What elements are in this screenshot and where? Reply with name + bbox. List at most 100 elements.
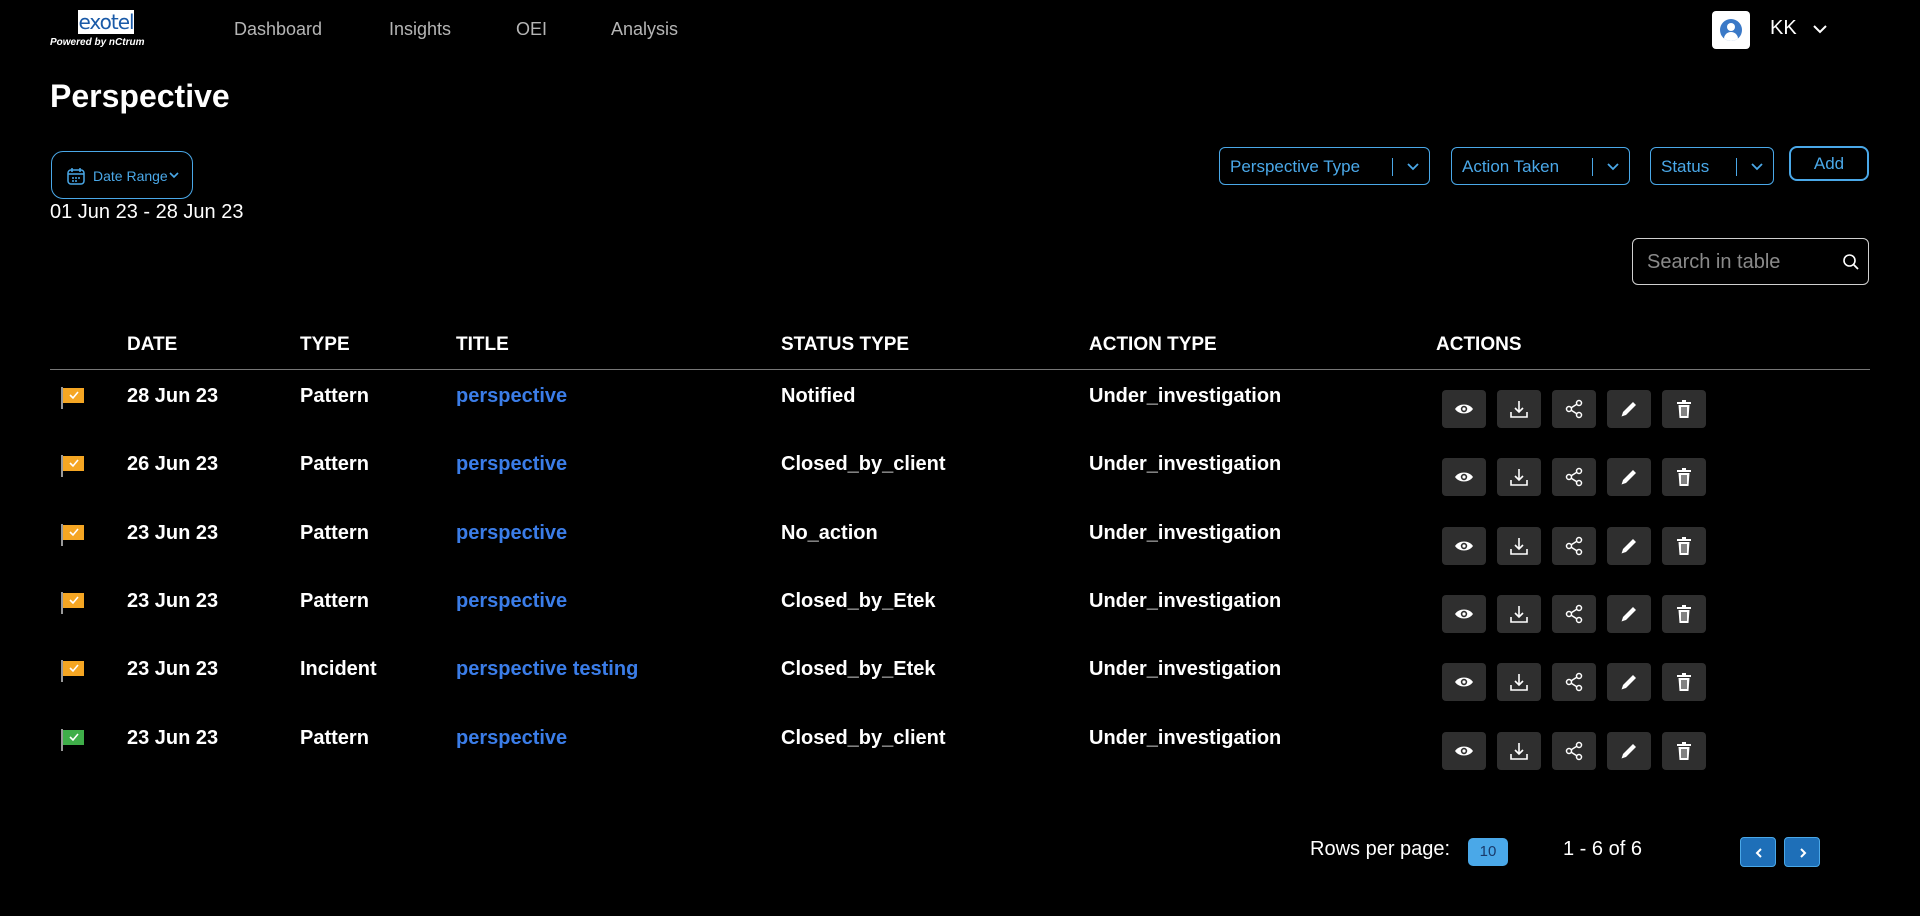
edit-button[interactable] [1607,594,1651,633]
download-button[interactable] [1497,663,1541,702]
nav-analysis[interactable]: Analysis [611,19,678,40]
cell-title-link[interactable]: perspective testing [456,658,638,681]
edit-button[interactable] [1607,731,1651,770]
share-button[interactable] [1552,390,1596,428]
header-type[interactable]: Type [300,334,350,356]
download-button[interactable] [1497,526,1541,565]
share-button[interactable] [1552,731,1596,770]
cell-status-type: Closed_by_Etek [781,589,936,612]
user-avatar-button[interactable] [1712,11,1750,49]
edit-icon [1621,675,1636,690]
add-button[interactable]: Add [1789,146,1869,181]
view-icon [1455,541,1473,551]
select-separator [1392,158,1393,176]
perspective-type-label: Perspective Type [1230,157,1361,176]
delete-button[interactable] [1662,731,1706,770]
date-range-button[interactable]: Date Range [51,151,193,199]
download-button[interactable] [1497,390,1541,428]
share-button[interactable] [1552,594,1596,633]
select-separator [1736,158,1737,176]
download-icon [1510,605,1528,623]
header-title[interactable]: Title [456,334,509,356]
view-button[interactable] [1442,526,1486,565]
delete-button[interactable] [1662,594,1706,633]
view-icon [1455,404,1473,414]
cell-title-link[interactable]: perspective [456,590,567,613]
view-button[interactable] [1442,663,1486,702]
search-icon[interactable] [1842,253,1860,271]
edit-icon [1621,538,1636,554]
user-initials[interactable]: KK [1770,17,1797,40]
download-button[interactable] [1497,594,1541,633]
edit-icon [1621,606,1636,622]
search-input[interactable] [1647,249,1837,275]
nav-oei[interactable]: OEI [516,19,547,40]
view-icon [1455,472,1473,482]
cell-date: 28 Jun 23 [127,385,219,407]
delete-button[interactable] [1662,458,1706,497]
perspective-type-select[interactable]: Perspective Type [1219,147,1430,185]
edit-button[interactable] [1607,663,1651,702]
cell-title-link[interactable]: perspective [456,522,567,545]
cell-date: 23 Jun 23 [127,521,219,544]
view-icon [1455,609,1473,619]
view-button[interactable] [1442,594,1486,633]
download-icon [1510,537,1528,555]
header-action-type[interactable]: Action Type [1089,334,1217,356]
header-status-type[interactable]: Status Type [781,334,909,356]
view-button[interactable] [1442,731,1486,770]
share-button[interactable] [1552,526,1596,565]
download-button[interactable] [1497,731,1541,770]
header-date[interactable]: Date [127,334,177,356]
selected-date-range: 01 Jun 23 - 28 Jun 23 [50,201,244,223]
view-button[interactable] [1442,390,1486,428]
action-taken-select[interactable]: Action Taken [1451,147,1630,185]
cell-date: 23 Jun 23 [127,589,219,612]
share-icon [1565,536,1583,555]
download-button[interactable] [1497,458,1541,497]
nav-insights[interactable]: Insights [389,19,451,40]
edit-icon [1621,402,1636,417]
chevron-right-icon [1800,848,1807,858]
cell-status-type: Closed_by_client [781,726,946,749]
download-icon [1510,674,1528,691]
delete-button[interactable] [1662,663,1706,702]
table-header: Date Type Title Status Type Action Type … [50,332,1870,370]
delete-button[interactable] [1662,526,1706,565]
exotel-logo[interactable]: exotel Powered by nCtrum [48,8,160,52]
edit-button[interactable] [1607,458,1651,497]
edit-icon [1621,743,1636,758]
download-icon [1510,742,1528,760]
view-icon [1455,746,1473,755]
cell-status-type: Notified [781,385,856,407]
cell-action-type: Under_investigation [1089,726,1282,749]
share-button[interactable] [1552,458,1596,497]
flag-icon [61,387,84,409]
edit-button[interactable] [1607,526,1651,565]
chevron-down-icon[interactable] [1812,19,1828,39]
cell-action-type: Under_investigation [1089,658,1282,681]
cell-title-link[interactable]: perspective [456,385,567,408]
cell-type: Pattern [300,726,369,749]
next-page-button[interactable] [1784,837,1820,867]
edit-button[interactable] [1607,390,1651,428]
nav-dashboard[interactable]: Dashboard [234,19,322,40]
download-icon [1510,401,1528,418]
previous-page-button[interactable] [1740,837,1776,867]
cell-action-type: Under_investigation [1089,453,1282,476]
cell-type: Pattern [300,385,369,407]
delete-button[interactable] [1662,390,1706,428]
table-row: 23 Jun 23 Pattern perspective Closed_by_Ete… [50,580,1870,648]
status-select[interactable]: Status [1650,147,1774,185]
flag-icon [61,660,84,683]
rows-per-page-select[interactable]: 10 [1468,838,1508,866]
view-button[interactable] [1442,458,1486,497]
cell-title-link[interactable]: perspective [456,453,567,476]
cell-title-link[interactable]: perspective [456,727,567,750]
delete-icon [1677,400,1691,418]
delete-icon [1677,604,1691,623]
delete-icon [1677,673,1691,692]
view-icon [1455,677,1473,687]
share-button[interactable] [1552,663,1596,702]
delete-icon [1677,536,1691,555]
